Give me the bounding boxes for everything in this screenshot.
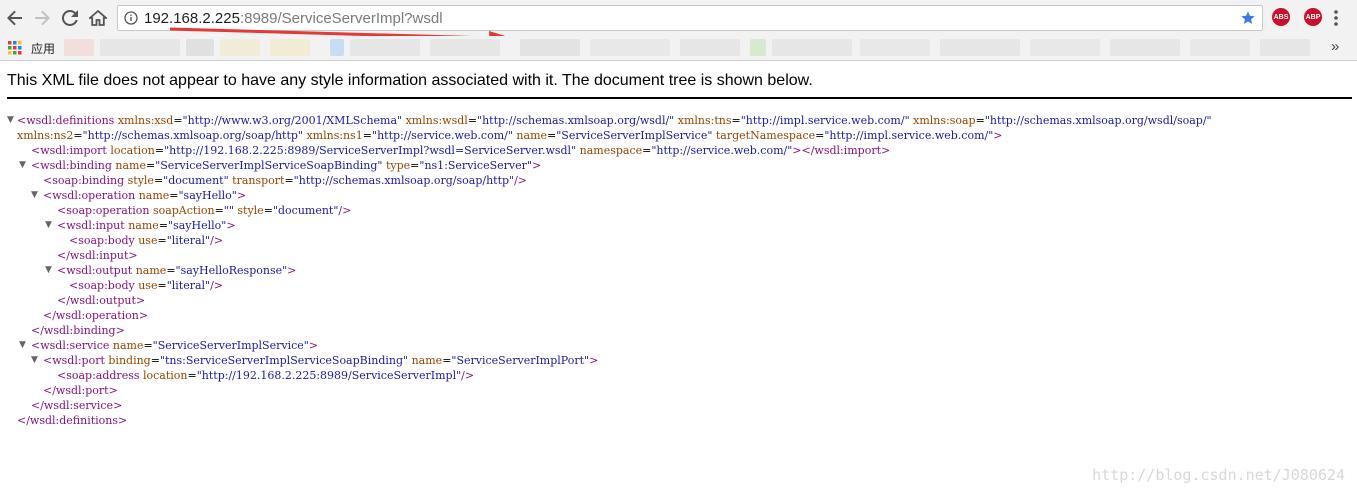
xml-line: </wsdl:input>: [57, 249, 138, 262]
blurred-bookmark[interactable]: [1110, 39, 1180, 56]
collapse-toggle-icon[interactable]: ▼: [7, 113, 17, 128]
xml-line: <soap:address location="http://192.168.2…: [57, 369, 475, 382]
collapse-toggle-icon[interactable]: ▼: [45, 218, 55, 233]
more-bookmarks-chevron[interactable]: »: [1331, 38, 1339, 55]
xml-line: </wsdl:operation>: [43, 309, 149, 322]
collapse-toggle-icon[interactable]: ▼: [19, 158, 29, 173]
blurred-bookmark[interactable]: [100, 39, 180, 56]
watermark: http://blog.csdn.net/J080624: [1092, 466, 1345, 484]
apps-bookmark[interactable]: 应用: [31, 40, 55, 57]
blurred-bookmark[interactable]: [680, 39, 740, 56]
blurred-bookmark[interactable]: [186, 39, 214, 56]
blurred-bookmark[interactable]: [750, 39, 766, 56]
xml-line: <wsdl:port binding="tns:ServiceServerImp…: [43, 354, 599, 367]
blurred-bookmark[interactable]: [940, 39, 1020, 56]
xml-line: <wsdl:service name="ServiceServerImplSer…: [31, 339, 319, 352]
blurred-bookmark[interactable]: [270, 39, 310, 56]
blurred-bookmark[interactable]: [220, 39, 260, 56]
xml-line: <wsdl:import location="http://192.168.2.…: [31, 144, 891, 157]
xml-line: </wsdl:binding>: [31, 324, 125, 337]
xml-line: </wsdl:service>: [31, 399, 123, 412]
xml-line: <soap:body use="literal"/>: [69, 234, 224, 247]
xml-style-notice: This XML file does not appear to have an…: [7, 72, 813, 89]
collapse-toggle-icon[interactable]: ▼: [45, 263, 55, 278]
blurred-bookmark[interactable]: [1260, 39, 1310, 56]
xml-line: <wsdl:operation name="sayHello">: [43, 189, 247, 202]
blurred-bookmark[interactable]: [1190, 39, 1250, 56]
collapse-toggle-icon[interactable]: ▼: [19, 338, 29, 353]
blurred-bookmark[interactable]: [520, 39, 580, 56]
blurred-bookmark[interactable]: [430, 39, 500, 56]
xml-line: </wsdl:definitions>: [17, 414, 128, 427]
blurred-bookmark[interactable]: [1030, 39, 1100, 56]
collapse-toggle-icon[interactable]: ▼: [31, 188, 41, 203]
xml-line: <soap:operation soapAction="" style="doc…: [57, 204, 352, 217]
xml-line: </wsdl:port>: [43, 384, 118, 397]
xml-line: <wsdl:binding name="ServiceServerImplSer…: [31, 159, 542, 172]
blurred-bookmark[interactable]: [64, 39, 94, 56]
apps-grid-icon[interactable]: [8, 41, 22, 55]
xml-line: <wsdl:output name="sayHelloResponse">: [57, 264, 297, 277]
notice-divider: [7, 97, 1352, 99]
xml-line: </wsdl:output>: [57, 294, 146, 307]
bookmarks-bar: 应用 »: [0, 36, 1357, 61]
xml-line: xmlns:ns2="http://schemas.xmlsoap.org/so…: [17, 129, 1003, 142]
collapse-toggle-icon[interactable]: ▼: [31, 353, 41, 368]
blurred-bookmark[interactable]: [772, 39, 852, 56]
xml-line: <soap:binding style="document" transport…: [43, 174, 528, 187]
blurred-bookmark[interactable]: [350, 39, 420, 56]
xml-line: <soap:body use="literal"/>: [69, 279, 224, 292]
blurred-bookmark[interactable]: [590, 39, 670, 56]
xml-line: <wsdl:definitions xmlns:xsd="http://www.…: [17, 114, 1212, 127]
blurred-bookmark[interactable]: [330, 39, 344, 56]
blurred-bookmark[interactable]: [860, 39, 930, 56]
xml-line: <wsdl:input name="sayHello">: [57, 219, 236, 232]
